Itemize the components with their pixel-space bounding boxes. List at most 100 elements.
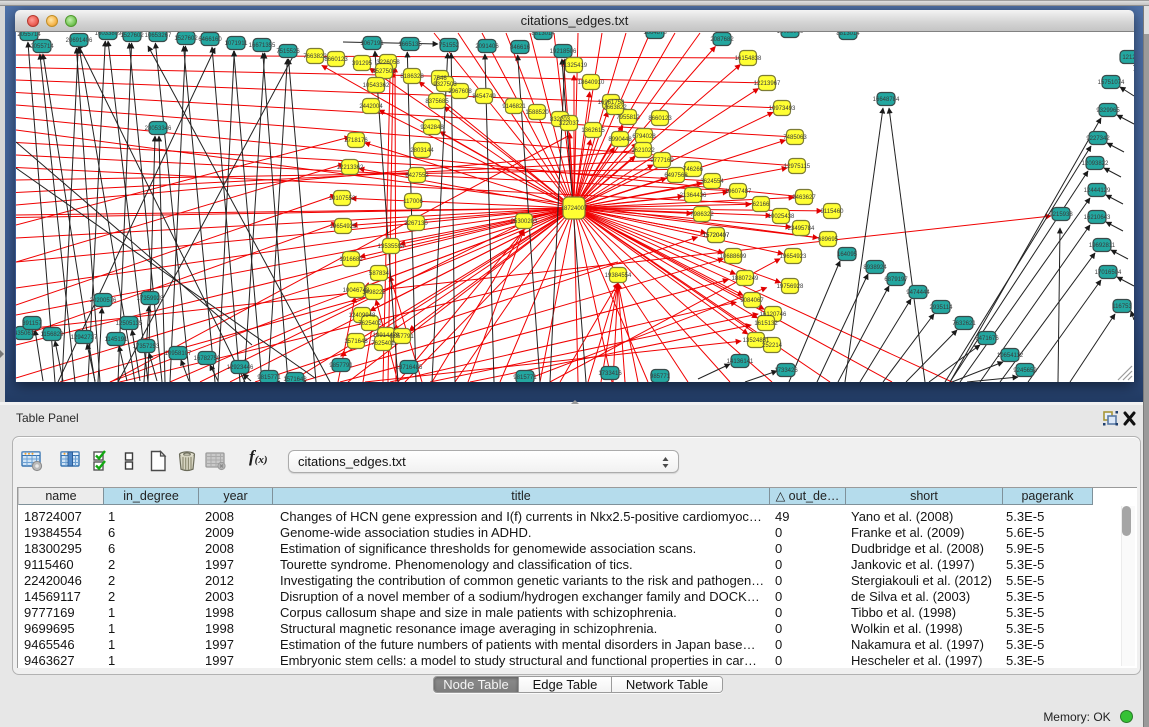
svg-text:7485063: 7485063 — [783, 135, 807, 141]
svg-text:23495784: 23495784 — [788, 226, 815, 232]
svg-text:9857791: 9857791 — [390, 334, 414, 340]
svg-text:12213362: 12213362 — [337, 165, 364, 171]
svg-text:16648784: 16648784 — [873, 97, 900, 103]
svg-text:10958107: 10958107 — [165, 351, 192, 357]
svg-text:7515526: 7515526 — [276, 49, 300, 55]
svg-text:9527503: 9527503 — [372, 69, 396, 75]
svg-text:8186328: 8186328 — [400, 74, 424, 80]
svg-text:1588520: 1588520 — [525, 110, 549, 116]
svg-text:689695: 689695 — [818, 237, 839, 243]
svg-text:1212: 1212 — [1122, 55, 1134, 61]
svg-text:10654112: 10654112 — [997, 353, 1024, 359]
svg-text:1733416: 1733416 — [598, 371, 622, 377]
svg-text:6794028: 6794028 — [632, 134, 656, 140]
svg-text:1067191: 1067191 — [360, 41, 384, 47]
svg-text:3498222: 3498222 — [362, 290, 386, 296]
svg-text:1733426: 1733426 — [774, 368, 798, 374]
svg-text:9474444: 9474444 — [906, 290, 930, 296]
svg-text:1664878: 1664878 — [643, 32, 667, 36]
svg-text:9815771: 9815771 — [513, 375, 537, 381]
svg-text:1621022: 1621022 — [631, 148, 655, 154]
svg-text:12975115: 12975115 — [784, 164, 811, 170]
svg-text:1615132: 1615132 — [754, 321, 778, 327]
svg-text:116753: 116753 — [1112, 304, 1132, 310]
svg-text:985771: 985771 — [650, 374, 671, 380]
svg-text:11325419: 11325419 — [561, 63, 588, 69]
svg-text:3226058: 3226058 — [376, 60, 400, 66]
svg-text:18640910: 18640910 — [578, 80, 605, 86]
svg-text:13535594: 13535594 — [378, 244, 405, 250]
svg-text:12409948: 12409948 — [349, 313, 376, 319]
svg-text:12942737: 12942737 — [71, 335, 98, 341]
svg-text:6879197: 6879197 — [884, 277, 908, 283]
svg-text:9215938: 9215938 — [1049, 212, 1073, 218]
svg-text:10607487: 10607487 — [725, 189, 752, 195]
svg-text:2055714: 2055714 — [30, 44, 54, 50]
svg-text:10107552: 10107552 — [329, 196, 356, 202]
svg-text:7625402: 7625402 — [371, 341, 395, 347]
svg-text:8375685: 8375685 — [425, 99, 449, 105]
svg-text:10653267: 10653267 — [145, 33, 172, 39]
svg-text:17016504: 17016504 — [1095, 270, 1122, 276]
svg-text:12505135: 12505135 — [116, 321, 143, 327]
svg-text:2091406: 2091406 — [475, 44, 499, 50]
svg-text:17357253: 17357253 — [133, 344, 160, 350]
svg-text:391157: 391157 — [22, 321, 42, 327]
svg-text:2718176: 2718176 — [344, 138, 368, 144]
svg-text:18807249: 18807249 — [732, 276, 759, 282]
svg-text:1156829: 1156829 — [41, 332, 65, 338]
svg-text:2055714: 2055714 — [17, 32, 41, 38]
svg-text:19218506: 19218506 — [550, 49, 577, 55]
svg-text:8813014: 8813014 — [531, 32, 555, 37]
svg-text:6497568: 6497568 — [664, 173, 688, 179]
svg-text:2087682: 2087682 — [710, 37, 734, 43]
svg-text:14136141: 14136141 — [727, 359, 754, 365]
svg-text:16154838: 16154838 — [735, 56, 762, 62]
svg-text:10973493: 10973493 — [769, 106, 796, 112]
svg-text:7632621: 7632621 — [952, 321, 976, 327]
svg-text:751552: 751552 — [439, 43, 460, 49]
svg-text:20200576: 20200576 — [90, 298, 117, 304]
svg-text:587834: 587834 — [369, 271, 390, 277]
svg-text:19384554: 19384554 — [605, 273, 632, 279]
svg-text:6466160: 6466160 — [198, 37, 222, 43]
svg-text:2442004: 2442004 — [359, 104, 383, 110]
svg-text:2967608: 2967608 — [448, 89, 472, 95]
svg-text:8427552: 8427552 — [405, 173, 429, 179]
svg-text:16671355: 16671355 — [249, 43, 276, 49]
svg-text:9245652: 9245652 — [1013, 368, 1037, 374]
svg-text:25300203: 25300203 — [511, 219, 538, 225]
svg-text:3624554: 3624554 — [700, 179, 724, 185]
svg-text:117006: 117006 — [403, 199, 423, 205]
svg-text:9115460: 9115460 — [821, 209, 845, 215]
svg-text:19692811: 19692811 — [1089, 243, 1116, 249]
svg-text:1527602: 1527602 — [120, 33, 144, 39]
svg-text:16120746: 16120746 — [760, 312, 787, 318]
svg-text:13716485: 13716485 — [396, 365, 423, 371]
svg-text:16033809: 16033809 — [95, 32, 122, 37]
svg-text:9857791: 9857791 — [329, 363, 353, 369]
svg-text:1071911: 1071911 — [225, 41, 249, 47]
svg-text:2803144: 2803144 — [410, 148, 434, 154]
svg-text:21364436: 21364436 — [680, 193, 707, 199]
svg-text:62166: 62166 — [753, 202, 770, 208]
svg-text:1665135: 1665135 — [398, 42, 422, 48]
svg-text:17359928: 17359928 — [137, 296, 164, 302]
svg-text:2935114: 2935114 — [930, 305, 954, 311]
svg-text:1571648: 1571648 — [283, 377, 307, 382]
svg-text:846616: 846616 — [510, 45, 531, 51]
svg-text:16782759: 16782759 — [194, 356, 221, 362]
svg-text:19654923: 19654923 — [780, 254, 807, 260]
svg-text:8471676: 8471676 — [975, 336, 999, 342]
svg-text:12093822: 12093822 — [1082, 161, 1109, 167]
svg-text:3267130: 3267130 — [404, 221, 428, 227]
svg-text:15720407: 15720407 — [703, 233, 730, 239]
svg-text:15751074: 15751074 — [1098, 80, 1125, 86]
svg-text:9227342: 9227342 — [1086, 136, 1110, 142]
svg-text:9084067: 9084067 — [740, 298, 764, 304]
svg-text:7955812: 7955812 — [616, 115, 640, 121]
svg-text:9242848: 9242848 — [420, 125, 444, 131]
svg-text:1145191: 1145191 — [105, 337, 129, 343]
svg-text:322037: 322037 — [559, 121, 580, 127]
svg-text:8660123: 8660123 — [324, 57, 348, 63]
